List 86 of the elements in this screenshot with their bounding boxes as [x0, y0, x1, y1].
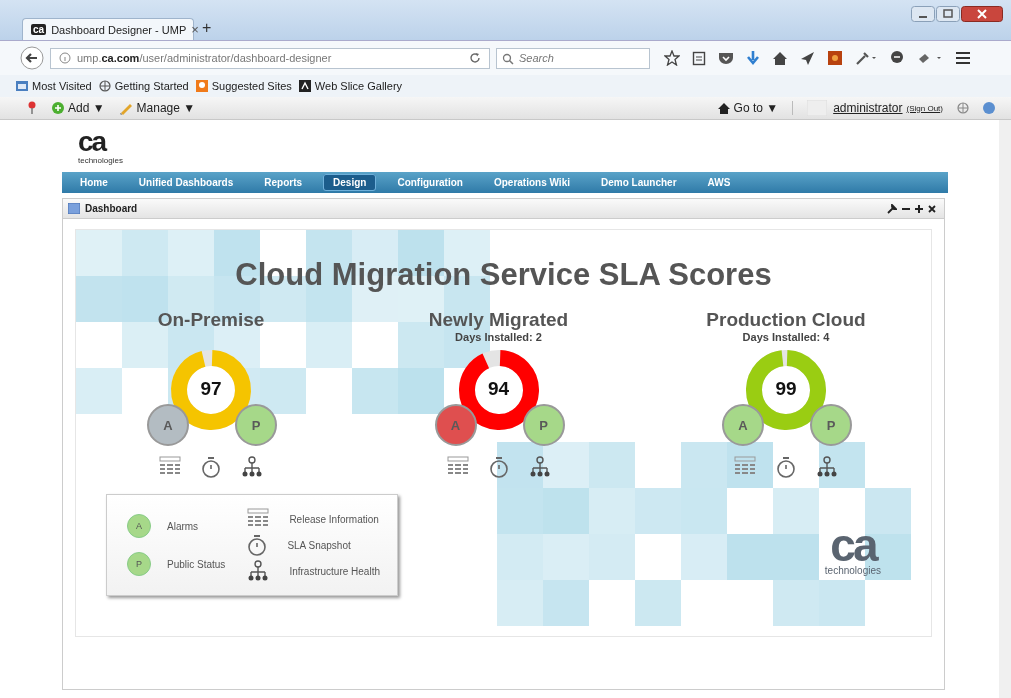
- stopwatch-icon[interactable]: [201, 456, 221, 478]
- bookmark-link[interactable]: Getting Started: [114, 80, 189, 92]
- alarms-badge[interactable]: A: [147, 404, 189, 446]
- logo-mark: ca: [78, 128, 106, 156]
- add-icon: [52, 102, 64, 114]
- alarms-badge[interactable]: A: [722, 404, 764, 446]
- home-icon: [717, 102, 730, 114]
- bulb-icon: [195, 80, 208, 92]
- download-icon[interactable]: [746, 50, 760, 66]
- reload-icon[interactable]: [469, 52, 481, 64]
- logo-tagline: technologies: [78, 156, 123, 165]
- close-icon[interactable]: [928, 203, 936, 214]
- pin-icon[interactable]: [26, 101, 38, 115]
- menu-tab[interactable]: Home: [70, 174, 118, 191]
- globe-icon: [98, 80, 111, 92]
- add-menu[interactable]: Add ▼: [68, 101, 105, 115]
- hierarchy-icon[interactable]: [816, 456, 838, 478]
- goto-menu[interactable]: Go to ▼: [733, 101, 779, 115]
- url-text: ump.ca.com/user/administrator/dashboard-designer: [77, 52, 333, 64]
- public-status-badge[interactable]: P: [810, 404, 852, 446]
- new-tab-button[interactable]: +: [202, 19, 212, 37]
- globe-icon[interactable]: [957, 102, 969, 114]
- menu-tab[interactable]: Reports: [254, 174, 313, 191]
- sign-out-link[interactable]: (Sign Out): [906, 103, 943, 113]
- dashboard-title: Cloud Migration Service SLA Scores: [234, 257, 773, 293]
- score-value: 94: [486, 378, 511, 400]
- tab-close[interactable]: ×: [191, 22, 199, 37]
- user-link[interactable]: administrator: [833, 101, 903, 115]
- legend-label: Alarms: [167, 520, 199, 532]
- legend-badge: A: [127, 514, 151, 538]
- service-name: Newly Migrated: [428, 309, 569, 331]
- hierarchy-icon[interactable]: [241, 456, 263, 478]
- folder-icon: [16, 80, 28, 92]
- minimize-icon[interactable]: [911, 6, 935, 22]
- home-icon[interactable]: [772, 50, 788, 66]
- menu-tab[interactable]: Demo Launcher: [591, 174, 687, 191]
- public-status-badge[interactable]: P: [235, 404, 277, 446]
- search-field[interactable]: Search: [496, 47, 650, 69]
- menu-tab[interactable]: Design: [323, 174, 377, 191]
- service-name: Production Cloud: [706, 309, 866, 331]
- menu-tab[interactable]: Configuration: [387, 174, 473, 191]
- add-icon[interactable]: [915, 203, 923, 214]
- menu-tab[interactable]: Unified Dashboards: [128, 174, 244, 191]
- logo-mark: ca: [830, 525, 876, 565]
- service-name: On-Premise: [157, 309, 265, 331]
- panel-icon: [68, 203, 80, 214]
- legend-label: Public Status: [167, 558, 226, 570]
- menu-icon[interactable]: [955, 51, 971, 65]
- clipboard-icon[interactable]: [692, 50, 706, 66]
- hierarchy-icon: [247, 560, 270, 582]
- menu-tab[interactable]: AWS: [697, 174, 741, 191]
- stopwatch-icon[interactable]: [776, 456, 796, 478]
- close-icon[interactable]: [961, 6, 1003, 22]
- days-installed: Days Installed: 2: [455, 331, 542, 343]
- bookmark-link[interactable]: Suggested Sites: [211, 80, 292, 92]
- score-value: 97: [199, 378, 223, 400]
- score-value: 99: [774, 378, 798, 400]
- hierarchy-icon[interactable]: [528, 456, 551, 478]
- send-icon[interactable]: [800, 50, 815, 66]
- search-icon: [502, 52, 514, 65]
- square-icon[interactable]: [827, 50, 843, 66]
- tab-title: Dashboard Designer - UMP: [51, 23, 187, 36]
- pocket-icon[interactable]: [718, 51, 734, 65]
- legend-label: Infrastructure Health: [289, 565, 380, 577]
- logo-tagline: technologies: [824, 565, 881, 576]
- star-icon[interactable]: [664, 50, 680, 66]
- panel-title: Dashboard: [85, 203, 138, 214]
- back-icon[interactable]: [20, 46, 44, 70]
- legend-label: SLA Snapshot: [287, 539, 351, 551]
- tab-logo: ca: [31, 24, 47, 35]
- info-icon: [59, 52, 71, 64]
- stopwatch-icon[interactable]: [488, 456, 509, 478]
- manage-menu[interactable]: Manage ▼: [136, 101, 196, 115]
- maximize-icon[interactable]: [936, 6, 960, 22]
- days-installed: Days Installed: 4: [742, 331, 830, 343]
- legend-label: Release Information: [289, 513, 379, 525]
- address-bar[interactable]: ump.ca.com/user/administrator/dashboard-designer: [50, 47, 490, 69]
- legend-badge: P: [127, 552, 151, 576]
- stopwatch-icon: [247, 534, 268, 556]
- pencil-icon: [118, 101, 133, 115]
- menu-tab[interactable]: Operations Wiki: [483, 174, 580, 191]
- bookmark-link[interactable]: Web Slice Gallery: [314, 80, 403, 92]
- bookmark-link[interactable]: Most Visited: [32, 80, 92, 92]
- slice-icon: [298, 80, 311, 92]
- wrench-icon[interactable]: [887, 203, 897, 214]
- public-status-badge[interactable]: P: [522, 404, 565, 446]
